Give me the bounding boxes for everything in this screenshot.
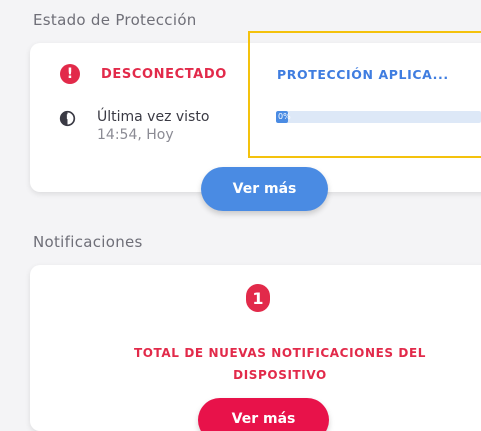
notification-count-badge: 1 <box>246 284 270 312</box>
alert-icon: ! <box>60 64 80 84</box>
status-text: DESCONECTADO <box>101 66 227 82</box>
last-seen-row: Última vez visto 14:54, Hoy <box>59 109 209 143</box>
last-seen-label: Última vez visto <box>97 109 210 125</box>
status-row: ! DESCONECTADO <box>60 64 227 84</box>
protection-ver-mas-button[interactable]: Ver más <box>201 167 328 211</box>
notifications-section-title: Notificaciones <box>33 233 143 251</box>
protection-status-panel[interactable] <box>248 31 481 158</box>
clock-icon <box>59 110 76 127</box>
protection-applied-title: PROTECCIÓN APLICA... <box>277 67 449 82</box>
protection-progress-bar: 0% <box>276 111 481 123</box>
notification-total-text: TOTAL DE NUEVAS NOTIFICACIONES DEL DISPO… <box>133 346 427 382</box>
notifications-ver-mas-button[interactable]: Ver más <box>198 398 329 431</box>
protection-progress-fill: 0% <box>276 111 291 123</box>
protection-section-title: Estado de Protección <box>33 11 197 29</box>
last-seen-time: 14:54, Hoy <box>97 127 174 143</box>
